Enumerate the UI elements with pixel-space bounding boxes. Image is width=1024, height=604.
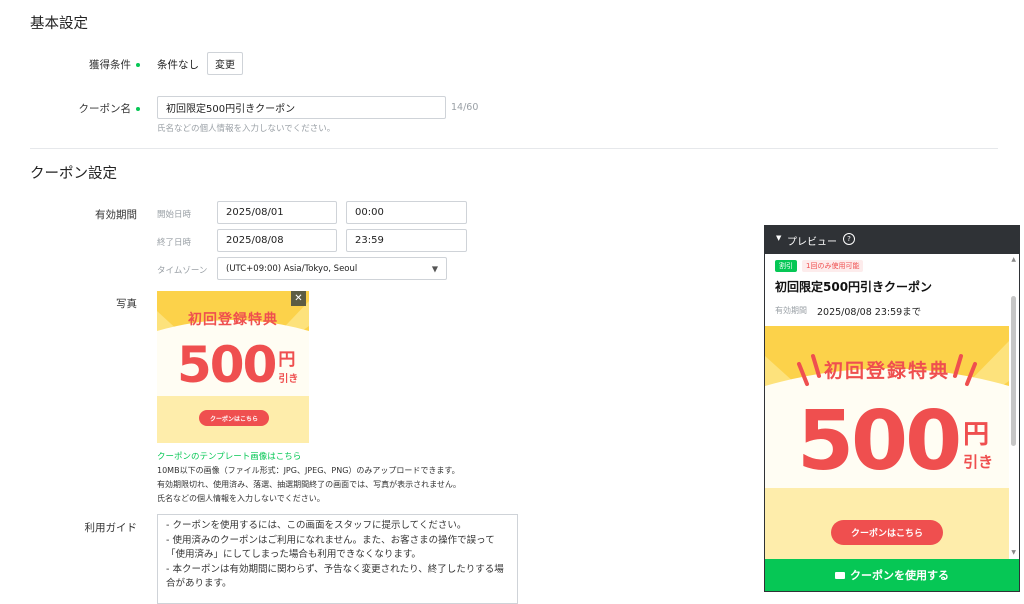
preview-period-value: 2025/08/08 23:59まで [817,307,922,318]
caret-down-icon: ▼ [776,234,782,242]
start-time-input[interactable]: 00:00 [346,201,467,224]
preview-header[interactable]: ▼ プレビュー ? [765,226,1019,254]
timezone-value: (UTC+09:00) Asia/Tokyo, Seoul [226,263,358,274]
scroll-thumb[interactable] [1011,296,1016,446]
preview-panel: ▼ プレビュー ? 割引 1回のみ使用可能 初回限定500円引きクーポン 有効期… [764,225,1020,592]
end-datetime-label: 終了日時 [157,238,192,248]
scroll-up-icon[interactable]: ▲ [1011,256,1016,263]
scroll-down-icon[interactable]: ▼ [1011,549,1016,556]
use-coupon-button[interactable]: クーポンを使用する [765,559,1019,591]
ticket-icon [835,571,845,579]
guide-line: - 使用済みのクーポンはご利用になれません。また、お客さまの操作で誤って [166,534,495,546]
timezone-label: タイムゾーン [157,266,208,276]
preview-coupon-title: 初回限定500円引きクーポン [775,280,933,294]
preview-period-label: 有効期間 [775,306,807,315]
preview-title: プレビュー [787,237,837,248]
preview-coupon-image: 初回登録特典 500 円 引き クーポンはこちら [765,326,1009,561]
required-dot [136,107,140,111]
coupon-name-input[interactable]: 初回限定500円引きクーポン [157,96,446,119]
yen-text: 円 [963,420,990,450]
change-condition-button[interactable]: 変更 [207,52,243,75]
off-text: 引き [278,374,299,385]
coupon-photo-thumbnail[interactable]: 初回登録特典 500 円 引き クーポンはこちら [157,291,309,443]
guide-line: 合があります。 [166,578,232,589]
timezone-select[interactable]: (UTC+09:00) Asia/Tokyo, Seoul ▼ [217,257,447,280]
condition-label-text: 獲得条件 [89,59,131,71]
coupon-amount: 500 円 引き [177,337,298,393]
help-circle-icon[interactable]: ? [843,233,855,245]
close-icon[interactable]: ✕ [291,291,306,306]
discount-badge: 割引 [775,260,797,272]
condition-value: 条件なし [157,59,199,71]
guide-line: - 本クーポンは有効期間に関わらず、予告なく変更されたり、終了したりする場 [166,563,504,575]
period-label: 有効期間 [95,209,137,221]
template-image-link[interactable]: クーポンのテンプレート画像はこちら [157,450,301,462]
coupon-name-char-count: 14/60 [451,102,479,113]
coupon-amount-unit: 円 引き [278,345,298,385]
coupon-name-hint: 氏名などの個人情報を入力しないでください。 [157,124,336,134]
coupon-name-label: クーポン名 [20,101,140,116]
preview-banner-text: 初回登録特典 [823,360,950,382]
basic-settings-title: 基本設定 [30,16,88,32]
preview-amount: 500 円 引き [797,396,993,488]
required-dot [136,63,140,67]
preview-scrollbar[interactable]: ▲ ▼ [1009,256,1017,556]
guide-line: 「使用済み」にしてしまった場合も利用できなくなります。 [166,549,421,560]
photo-note-3: 氏名などの個人情報を入力しないでください。 [157,494,325,503]
coupon-banner-text: 初回登録特典 [188,312,278,328]
guide-textarea[interactable]: - クーポンを使用するには、この画面をスタッフに提示してください。 - 使用済み… [157,514,518,604]
off-text: 引き [963,453,994,471]
once-badge: 1回のみ使用可能 [802,260,864,272]
preview-amount-number: 500 [797,394,962,489]
preview-amount-unit: 円 引き [963,414,993,472]
coupon-settings-title: クーポン設定 [30,166,117,182]
guide-line: - クーポンを使用するには、この画面をスタッフに提示してください。 [166,520,467,531]
chevron-down-icon: ▼ [431,264,438,273]
preview-cta-pill: クーポンはこちら [831,520,943,545]
start-datetime-label: 開始日時 [157,210,192,220]
start-date-input[interactable]: 2025/08/01 [217,201,337,224]
yen-text: 円 [278,350,296,370]
photo-note-2: 有効期限切れ、使用済み、落選、抽選期間終了の画面では、写真が表示されません。 [157,480,461,489]
use-coupon-label: クーポンを使用する [850,569,949,582]
coupon-cta-pill: クーポンはこちら [199,410,269,426]
condition-label: 獲得条件 [20,57,140,72]
photo-note-1: 10MB以下の画像（ファイル形式：JPG、JPEG、PNG）のみアップロードでき… [157,466,460,475]
coupon-amount-number: 500 [177,336,277,394]
section-divider [30,148,998,149]
coupon-name-label-text: クーポン名 [78,103,132,115]
photo-label: 写真 [116,298,137,310]
guide-label: 利用ガイド [84,522,138,534]
end-date-input[interactable]: 2025/08/08 [217,229,337,252]
end-time-input[interactable]: 23:59 [346,229,467,252]
